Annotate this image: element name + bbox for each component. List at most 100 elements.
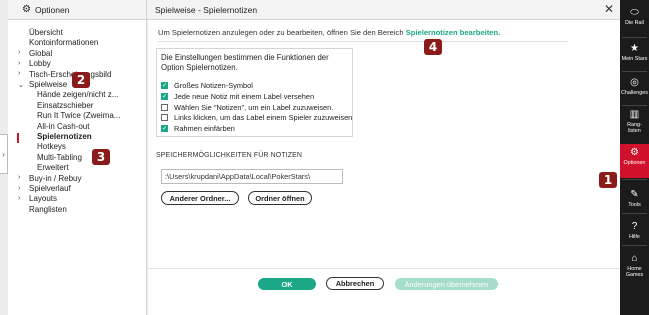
nav-item[interactable]: Einsatzschieber <box>37 101 93 110</box>
rail-item-label: Home Games <box>625 266 644 278</box>
gear-icon: ⚙ <box>630 147 639 158</box>
rail-item-label: Rang- listen <box>627 122 642 134</box>
marker-2: 2 <box>72 72 90 88</box>
open-folder-button[interactable]: Ordner öffnen <box>248 191 312 205</box>
option-checkbox-row[interactable]: Links klicken, um das Label einem Spiele… <box>161 113 352 122</box>
nav-item[interactable]: Multi-Tabling <box>37 153 82 162</box>
checkbox-checked[interactable]: ✓ <box>161 92 168 100</box>
right-rail: ⬭ Die Rail ★ Mein Stars ◎ Challenges ▥ Rang- li… <box>620 0 649 315</box>
rail-item-label: Optionen <box>623 160 646 166</box>
nav-item[interactable]: Lobby <box>29 59 51 68</box>
rail-item-label: Challenges <box>621 90 648 96</box>
marker-1: 1 <box>599 172 617 188</box>
header-divider <box>146 0 147 20</box>
other-folder-button[interactable]: Anderer Ordner... <box>161 191 239 205</box>
intro-text-body: Um Spielernotizen anzulegen oder zu bear… <box>158 28 404 37</box>
nav-item[interactable]: Erweitert <box>37 163 69 172</box>
nav-item[interactable]: Kontoinformationen <box>29 38 98 47</box>
wrench-icon: ✎ <box>630 189 639 200</box>
nav-item[interactable]: Hände zeigen/nicht z... <box>37 90 118 99</box>
divider <box>158 41 568 42</box>
rail-divider <box>622 71 647 72</box>
rail-item[interactable]: ? Hilfe <box>620 218 649 244</box>
storage-path-field[interactable]: :\Users\krupdani\AppData\Local\PokerStar… <box>161 169 343 184</box>
marker-3: 3 <box>92 149 110 165</box>
marker-4: 4 <box>424 39 442 55</box>
rail-divider <box>622 37 647 38</box>
edit-notes-link[interactable]: Spielernotizen bearbeiten. <box>406 28 501 37</box>
leaderboard-icon: ▥ <box>629 109 640 120</box>
option-checkbox-row[interactable]: ✓ Jede neue Notiz mit einem Label versehe… <box>161 92 314 101</box>
challenges-icon: ◎ <box>630 77 639 88</box>
page-title: Spielweise - Spielernotizen <box>155 5 258 15</box>
chevron-right-icon: › <box>2 149 5 159</box>
expand-caret-icon[interactable]: › <box>18 70 20 77</box>
nav-item[interactable]: All-in Cash-out <box>37 122 89 131</box>
option-checkbox-row[interactable]: ✓ Großes Notizen-Symbol <box>161 81 253 90</box>
nav-item[interactable]: Run It Twice (Zweima... <box>37 111 120 120</box>
rail-divider <box>622 245 647 246</box>
die-rail-icon: ⬭ <box>630 7 639 18</box>
checkbox-checked[interactable]: ✓ <box>161 82 168 89</box>
rail-divider <box>622 179 647 180</box>
footer-divider <box>148 268 620 269</box>
nav-item[interactable]: Layouts <box>29 194 57 203</box>
nav-item[interactable]: Spielverlauf <box>29 184 71 193</box>
nav-item[interactable]: Spielernotizen <box>37 132 92 141</box>
options-nav: Übersicht Kontoinformationen › Global › Lobby… <box>8 20 147 315</box>
rail-item[interactable]: ◎ Challenges <box>620 74 649 104</box>
rail-item-label: Hilfe <box>629 234 640 240</box>
help-icon: ? <box>631 221 638 232</box>
storage-section-label: SPEICHERMÖGLICHKEITEN FÜR NOTIZEN <box>156 152 303 159</box>
ok-button[interactable]: OK <box>258 278 316 290</box>
nav-item[interactable]: Buy-in / Rebuy <box>29 174 81 183</box>
nav-item[interactable]: Tisch-Erscheinungsbild <box>29 70 111 79</box>
rail-item-label: Tools <box>628 202 641 208</box>
expand-caret-icon[interactable]: › <box>18 195 20 202</box>
collapse-panel-tab[interactable]: › <box>0 134 8 174</box>
gear-icon: ⚙ <box>22 4 31 15</box>
home-icon: ⌂ <box>631 253 638 264</box>
nav-item[interactable]: Hotkeys <box>37 142 66 151</box>
rail-item-label: Die Rail <box>625 20 644 26</box>
nav-item[interactable]: Ranglisten <box>29 205 67 214</box>
apply-changes-button[interactable]: Änderungen übernehmen <box>395 278 498 290</box>
nav-item[interactable]: Global <box>29 49 52 58</box>
options-heading: ⚙ Optionen <box>22 4 69 15</box>
expand-caret-icon[interactable]: › <box>18 185 20 192</box>
rail-item[interactable]: ⌂ Home Games <box>620 250 649 284</box>
expand-caret-icon[interactable]: › <box>18 174 20 181</box>
nav-item[interactable]: Übersicht <box>29 28 63 37</box>
intro-text: Um Spielernotizen anzulegen oder zu bear… <box>158 28 500 37</box>
cancel-button[interactable]: Abbrechen <box>326 277 384 290</box>
options-heading-label: Optionen <box>34 4 70 15</box>
rail-item[interactable]: ⚙ Optionen <box>620 144 649 178</box>
dialog-header: ⚙ Optionen Spielweise - Spielernotizen ✕ <box>8 0 620 20</box>
rail-item[interactable]: ★ Mein Stars <box>620 40 649 70</box>
expand-caret-icon[interactable]: ⌄ <box>18 81 24 89</box>
checkbox-label: Großes Notizen-Symbol <box>174 81 253 90</box>
settings-box: Die Einstellungen bestimmen die Funktion… <box>156 48 353 137</box>
option-checkbox-row[interactable]: Wählen Sie "Notizen", um ein Label zuzuw… <box>161 103 333 112</box>
checkbox-label: Links klicken, um das Label einem Spiele… <box>174 113 353 123</box>
expand-caret-icon[interactable]: › <box>18 49 20 56</box>
rail-item[interactable]: ▥ Rang- listen <box>620 106 649 140</box>
rail-item-label: Mein Stars <box>621 56 648 62</box>
expand-caret-icon[interactable]: › <box>18 60 20 67</box>
option-checkbox-row[interactable]: ✓ Rahmen einfärben <box>161 124 235 133</box>
rail-item[interactable]: ⬭ Die Rail <box>620 4 649 36</box>
nav-item[interactable]: Spielweise <box>29 80 67 89</box>
rail-item[interactable]: ✎ Tools <box>620 186 649 212</box>
rail-divider <box>622 213 647 214</box>
settings-box-title: Die Einstellungen bestimmen die Funktion… <box>161 53 329 72</box>
checkbox-label: Rahmen einfärben <box>174 124 235 134</box>
star-icon: ★ <box>630 43 639 54</box>
settings-panel: Um Spielernotizen anzulegen oder zu bear… <box>148 20 620 315</box>
active-indicator <box>17 133 19 143</box>
checkbox-label: Jede neue Notiz mit einem Label versehen <box>174 91 315 101</box>
checkbox-checked[interactable]: ✓ <box>161 125 168 133</box>
close-icon[interactable]: ✕ <box>604 2 614 16</box>
checkbox-unchecked[interactable] <box>161 103 168 111</box>
checkbox-label: Wählen Sie "Notizen", um ein Label zuzuw… <box>174 102 334 112</box>
checkbox-unchecked[interactable] <box>161 114 168 122</box>
